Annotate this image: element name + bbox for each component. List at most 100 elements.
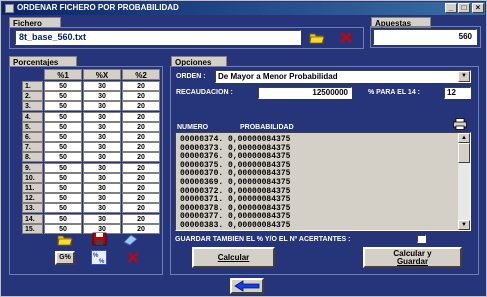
back-arrow-icon xyxy=(234,280,260,292)
pct-cell[interactable]: 50 xyxy=(44,152,82,163)
pct-cell[interactable]: 20 xyxy=(122,183,160,193)
col-header-1: %1 xyxy=(44,69,82,80)
close-button[interactable]: × xyxy=(472,3,484,13)
scroll-thumb[interactable] xyxy=(458,143,470,163)
orden-label: ORDEN : xyxy=(176,73,206,80)
pct-cell[interactable]: 30 xyxy=(83,101,121,112)
calcular-guardar-button[interactable]: Calcular y Guardar xyxy=(363,247,462,268)
pct-cell[interactable]: 50 xyxy=(44,193,82,204)
pct-cell[interactable]: 20 xyxy=(122,132,160,142)
pct-cell[interactable]: 50 xyxy=(44,142,82,153)
pct-cell[interactable]: 50 xyxy=(44,132,82,142)
recaudacion-field[interactable]: 12500000 xyxy=(258,87,352,99)
row-number: 7. xyxy=(22,142,43,153)
save-disk-icon[interactable] xyxy=(92,232,108,246)
results-scrollbar[interactable]: ▲ ▼ xyxy=(458,133,470,230)
row-number: 13. xyxy=(22,203,43,214)
row-number: 11. xyxy=(22,183,43,193)
pct-cell[interactable]: 30 xyxy=(83,203,121,214)
list-item[interactable]: 00000383. 0,00000084375 xyxy=(180,221,290,231)
pct-cell[interactable]: 20 xyxy=(122,101,160,112)
row-number: 6. xyxy=(22,132,43,142)
print-icon[interactable] xyxy=(453,118,467,130)
row-number: 2. xyxy=(22,91,43,102)
col-header-2: %2 xyxy=(122,69,160,80)
pct-cell[interactable]: 20 xyxy=(122,152,160,163)
pct-cell[interactable]: 20 xyxy=(122,111,160,122)
pct-cell[interactable]: 50 xyxy=(44,111,82,122)
app-icon xyxy=(5,4,14,13)
pct-cell[interactable]: 50 xyxy=(44,81,82,91)
row-number: 15. xyxy=(22,223,43,234)
pct-cell[interactable]: 30 xyxy=(83,142,121,153)
pct-cell[interactable]: 20 xyxy=(122,91,160,102)
pct-cell[interactable]: 50 xyxy=(44,91,82,102)
row-number: 1. xyxy=(22,81,43,91)
general-percent-button[interactable]: G% xyxy=(55,251,75,265)
apuestas-field: 560 xyxy=(373,29,477,45)
maximize-button[interactable]: □ xyxy=(458,3,470,13)
main-window: ORDENAR FICHERO POR PROBABILIDAD _ □ × F… xyxy=(0,0,487,297)
pct-cell[interactable]: 30 xyxy=(83,91,121,102)
pct-cell[interactable]: 30 xyxy=(83,172,121,183)
pct-cell[interactable]: 20 xyxy=(122,203,160,214)
row-number: 8. xyxy=(22,152,43,163)
row-number: 5. xyxy=(22,121,43,132)
eraser-icon[interactable] xyxy=(122,233,138,246)
pct14-label: % PARA EL 14 : xyxy=(368,89,420,96)
pct-cell[interactable]: 30 xyxy=(83,183,121,193)
row-number: 10. xyxy=(22,172,43,183)
orden-select[interactable]: De Mayor a Menor Probabilidad ▼ xyxy=(215,70,471,83)
svg-text:%: % xyxy=(99,259,105,265)
open-folder-icon[interactable] xyxy=(57,233,73,246)
pct-cell[interactable]: 50 xyxy=(44,183,82,193)
delete-file-icon[interactable] xyxy=(338,31,354,44)
file-field[interactable]: 8t_base_560.txt xyxy=(15,30,301,45)
pct-cell[interactable]: 50 xyxy=(44,162,82,173)
pct-cell[interactable]: 20 xyxy=(122,121,160,132)
pct-cell[interactable]: 30 xyxy=(83,121,121,132)
clear-icon[interactable] xyxy=(125,251,141,264)
pct-cell[interactable]: 50 xyxy=(44,121,82,132)
pct-cell[interactable]: 30 xyxy=(83,152,121,163)
pct-cell[interactable]: 30 xyxy=(83,81,121,91)
pct-cell[interactable]: 20 xyxy=(122,172,160,183)
pct-cell[interactable]: 30 xyxy=(83,213,121,224)
pct-cell[interactable]: 20 xyxy=(122,81,160,91)
guardar-checkbox[interactable] xyxy=(417,235,426,243)
pct-cell[interactable]: 30 xyxy=(83,111,121,122)
pct-cell[interactable]: 50 xyxy=(44,172,82,183)
col-numero: NUMERO xyxy=(177,124,209,131)
scroll-up-icon[interactable]: ▲ xyxy=(458,133,470,143)
pct-cell[interactable]: 30 xyxy=(83,162,121,173)
results-list[interactable]: 00000374. 0,00000084375 00000373. 0,00000… xyxy=(175,132,471,231)
chevron-down-icon[interactable]: ▼ xyxy=(458,71,470,82)
window-title: ORDENAR FICHERO POR PROBABILIDAD xyxy=(17,3,179,12)
pct-cell[interactable]: 50 xyxy=(44,101,82,112)
percentage-calc-icon[interactable]: %% xyxy=(91,250,107,265)
pct-cell[interactable]: 20 xyxy=(122,142,160,153)
pct-cell[interactable]: 50 xyxy=(44,213,82,224)
pct-cell[interactable]: 30 xyxy=(83,193,121,204)
row-number: 9. xyxy=(22,162,43,173)
pct14-field[interactable]: 12 xyxy=(444,87,471,99)
row-number: 12. xyxy=(22,193,43,204)
recaudacion-label: RECAUDACION : xyxy=(176,89,233,96)
scroll-down-icon[interactable]: ▼ xyxy=(458,220,470,230)
calcular-guardar-line2: Guardar xyxy=(396,257,429,266)
minimize-button[interactable]: _ xyxy=(445,3,457,13)
row-number: 4. xyxy=(22,111,43,122)
col-probabilidad: PROBABILIDAD xyxy=(240,124,294,131)
row-number: 3. xyxy=(22,101,43,112)
calcular-button[interactable]: Calcular xyxy=(192,247,275,268)
guardar-label: GUARDAR TAMBIEN EL % Y/O EL Nº ACERTANTE… xyxy=(175,236,351,243)
row-number: 14. xyxy=(22,213,43,224)
pct-cell[interactable]: 30 xyxy=(83,132,121,142)
pct-cell[interactable]: 50 xyxy=(44,203,82,214)
pct-cell[interactable]: 20 xyxy=(122,193,160,204)
pct-cell[interactable]: 20 xyxy=(122,213,160,224)
back-button[interactable] xyxy=(230,278,264,294)
open-folder-icon[interactable] xyxy=(309,31,325,44)
pct-cell[interactable]: 20 xyxy=(122,162,160,173)
title-bar: ORDENAR FICHERO POR PROBABILIDAD _ □ × xyxy=(2,2,485,15)
